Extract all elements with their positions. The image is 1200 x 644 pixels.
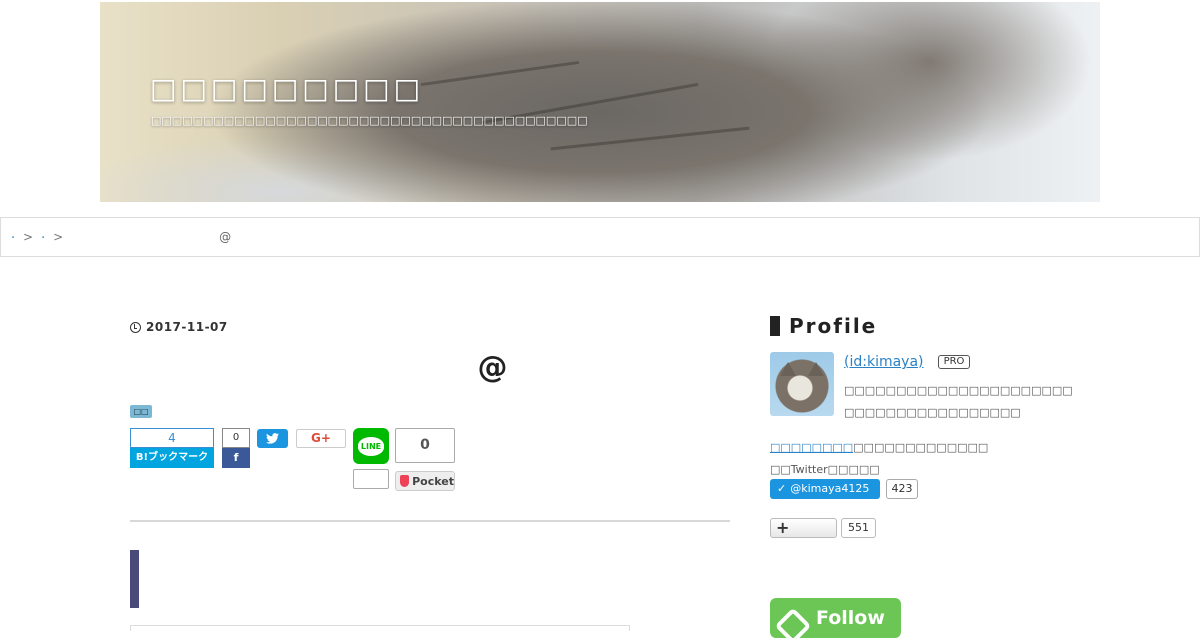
feedly-icon: [774, 607, 812, 644]
profile-heading-text: Profile: [789, 314, 878, 338]
profile-heading: Profile: [770, 314, 877, 338]
pocket-label: Pocket: [412, 474, 454, 488]
category-tag[interactable]: □□: [130, 405, 152, 418]
fur-stripe: [420, 60, 580, 87]
section-heading-bar: [130, 550, 139, 608]
line-share-button[interactable]: LINE: [353, 428, 389, 464]
clock-icon: [130, 321, 141, 333]
hatena-bookmark-button[interactable]: 4 B!ブックマーク: [130, 428, 214, 468]
twitter-follow-button[interactable]: ✓ @kimaya4125: [770, 479, 880, 499]
twitter-bird-icon: [266, 433, 279, 444]
profile-description: □□□□□□□□□□□□□□□□□□□□□□□□□□□□□□□□□□□□□□□: [844, 384, 1073, 419]
feedly-follow-button[interactable]: Follow: [770, 598, 901, 644]
profile-link[interactable]: □□□□□□□□: [770, 441, 853, 454]
divider: [130, 520, 730, 522]
entry-date-text: 2017-11-07: [146, 320, 228, 334]
feedly-follow-label: Follow: [816, 607, 885, 629]
facebook-icon[interactable]: f: [222, 448, 250, 468]
content-box: [130, 625, 630, 631]
google-plus-button[interactable]: G+: [296, 429, 346, 448]
profile-line-2: □□Twitter□□□□□: [770, 463, 880, 476]
profile-line-1-text: □□□□□□□□□□□□□: [853, 441, 989, 454]
twitter-share-button[interactable]: [257, 429, 288, 448]
breadcrumb-separator: >: [53, 230, 64, 244]
hatena-bookmark-count[interactable]: 4: [130, 428, 214, 448]
facebook-share-button[interactable]: 0 f: [222, 428, 250, 468]
profile-links: □□□□□□□□□□□□□□□□□□□□□ □□Twitter□□□□□: [770, 437, 1070, 481]
profile-id-link[interactable]: (id:kimaya): [844, 354, 924, 370]
pocket-icon: [400, 475, 410, 487]
twitter-follow-label: @kimaya4125: [790, 482, 870, 495]
line-share-count: [353, 469, 389, 489]
twitter-bird-icon: ✓: [777, 482, 787, 495]
entry-title[interactable]: @: [130, 350, 855, 385]
pro-badge: PRO: [938, 355, 970, 369]
entry-date[interactable]: 2017-11-07: [130, 320, 228, 334]
twitter-follow-count: 423: [886, 479, 918, 499]
line-icon: LINE: [357, 436, 385, 456]
breadcrumb-category-link[interactable]: ・: [39, 232, 47, 243]
breadcrumb: ・ > ・ > @: [0, 217, 1200, 257]
pocket-count: 0: [395, 428, 455, 463]
subscriber-count: 551: [841, 518, 876, 538]
breadcrumb-home-link[interactable]: ・: [9, 232, 17, 243]
avatar[interactable]: [770, 352, 834, 416]
breadcrumb-current: @: [219, 230, 232, 244]
fur-stripe: [550, 126, 750, 151]
profile-line-1: □□□□□□□□□□□□□□□□□□□□□: [770, 437, 1070, 459]
subscribe-button[interactable]: +: [770, 518, 837, 538]
facebook-share-count: 0: [222, 428, 250, 448]
blog-title[interactable]: □□□□□□□□□: [150, 72, 424, 105]
pocket-button[interactable]: Pocket: [395, 471, 455, 491]
breadcrumb-separator: >: [23, 230, 34, 244]
header-banner: □□□□□□□□□ □□□□□□□□□□□□□□□□□□□□□□□□□□□□□□…: [100, 2, 1100, 202]
blog-description: □□□□□□□□□□□□□□□□□□□□□□□□□□□□□□□□□□□□□□□□…: [151, 114, 588, 127]
hatena-bookmark-label[interactable]: B!ブックマーク: [130, 448, 214, 468]
